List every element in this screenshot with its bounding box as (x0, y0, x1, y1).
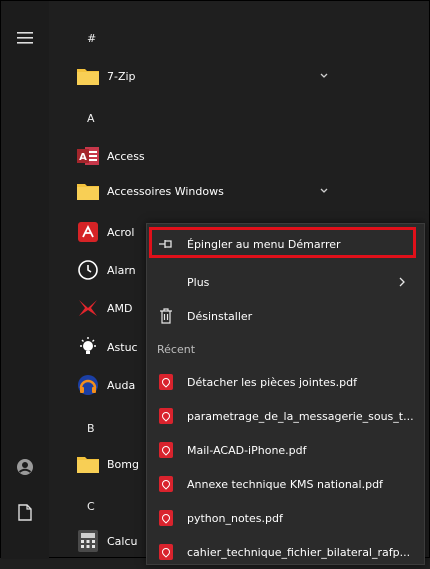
uninstall-label: Désinstaller (187, 309, 253, 323)
chevron-right-icon (399, 277, 405, 287)
folder-icon (77, 453, 99, 475)
list-item-label: Access (107, 149, 145, 163)
list-item-acrobat[interactable]: Acrol (77, 217, 147, 247)
pdf-icon (157, 509, 175, 527)
recent-file-item[interactable]: cahier_technique_fichier_bilateral_rafp.… (147, 535, 424, 569)
highlight-box (149, 227, 416, 258)
section-header-a[interactable]: A (87, 112, 95, 125)
user-icon[interactable] (15, 457, 35, 477)
section-header-c[interactable]: C (87, 500, 95, 513)
recent-file-label: cahier_technique_fichier_bilateral_rafp.… (187, 545, 411, 559)
list-item-access[interactable]: A Access (77, 141, 297, 171)
list-item-alarmes[interactable]: Alarn (77, 255, 147, 285)
amd-icon (77, 297, 99, 319)
start-menu-window: # 7-Zip A A Access Accessoires Windows A… (0, 0, 430, 565)
context-menu: Épingler au menu Démarrer Plus Désinstal… (146, 223, 425, 565)
list-item-accessoires-windows[interactable]: Accessoires Windows (77, 176, 337, 206)
recent-header: Récent (157, 343, 196, 356)
tips-icon (77, 336, 99, 358)
folder-icon (77, 180, 99, 202)
section-header-hash[interactable]: # (87, 32, 96, 45)
more-label: Plus (187, 275, 210, 289)
list-item-astuces[interactable]: Astuc (77, 332, 147, 362)
folder-icon (77, 65, 99, 87)
list-item-label: Calcu (107, 534, 138, 548)
list-item-7zip[interactable]: 7-Zip (77, 61, 337, 91)
pdf-icon (157, 543, 175, 561)
list-item-label: Acrol (107, 225, 135, 239)
recent-file-label: Détacher les pièces jointes.pdf (187, 375, 357, 389)
start-rail (1, 1, 49, 559)
pdf-icon (157, 373, 175, 391)
trash-icon (157, 307, 175, 325)
list-item-label: Accessoires Windows (107, 184, 224, 198)
recent-file-label: Annexe technique KMS national.pdf (187, 477, 383, 491)
pdf-icon (157, 441, 175, 459)
document-icon[interactable] (15, 502, 35, 522)
list-item-label: 7-Zip (107, 69, 136, 83)
svg-text:A: A (79, 152, 87, 163)
pdf-icon (157, 407, 175, 425)
alarm-icon (77, 259, 99, 281)
list-item-label: Astuc (107, 340, 138, 354)
chevron-down-icon[interactable] (319, 71, 329, 81)
list-item-amd[interactable]: AMD (77, 293, 147, 323)
recent-file-label: parametrage_de_la_messagerie_sous_t... (187, 409, 414, 423)
chevron-down-icon[interactable] (319, 186, 329, 196)
list-item-label: Alarn (107, 263, 136, 277)
pdf-icon (157, 475, 175, 493)
list-item-label: Auda (107, 378, 136, 392)
audacity-icon (77, 374, 99, 396)
recent-file-item[interactable]: parametrage_de_la_messagerie_sous_t... (147, 399, 424, 433)
list-item-audacity[interactable]: Auda (77, 370, 147, 400)
recent-file-label: Mail-ACAD-iPhone.pdf (187, 443, 307, 457)
access-icon: A (77, 145, 99, 167)
list-item-bomgar[interactable]: Bomg (77, 449, 147, 479)
list-item-label: Bomg (107, 457, 139, 471)
recent-file-item[interactable]: Annexe technique KMS national.pdf (147, 467, 424, 501)
hamburger-icon[interactable] (15, 28, 35, 48)
recent-file-item[interactable]: python_notes.pdf (147, 501, 424, 535)
more-item[interactable]: Plus (147, 265, 424, 299)
recent-file-label: python_notes.pdf (187, 511, 283, 525)
section-header-b[interactable]: B (87, 422, 95, 435)
recent-file-item[interactable]: Détacher les pièces jointes.pdf (147, 365, 424, 399)
list-item-calculatrice[interactable]: Calcu (77, 526, 147, 556)
acrobat-icon (77, 221, 99, 243)
calculator-icon (77, 530, 99, 552)
list-item-label: AMD (107, 301, 133, 315)
uninstall-item[interactable]: Désinstaller (147, 299, 424, 333)
recent-file-item[interactable]: Mail-ACAD-iPhone.pdf (147, 433, 424, 467)
